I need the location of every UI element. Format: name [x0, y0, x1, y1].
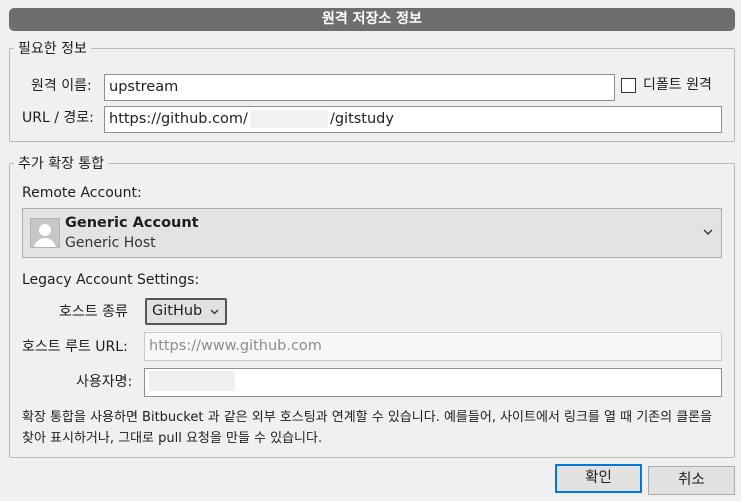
legacy-settings-label: Legacy Account Settings: [22, 272, 200, 288]
remote-name-value: upstream [109, 79, 179, 95]
host-type-select[interactable]: GitHub [145, 298, 227, 325]
redacted-region [149, 371, 235, 391]
chevron-down-icon [703, 229, 713, 235]
url-label: URL / 경로: [22, 110, 94, 126]
integration-description: 확장 통합을 사용하면 Bitbucket 과 같은 외부 호스팅과 연계할 수… [22, 410, 713, 446]
chevron-down-icon [210, 309, 219, 315]
remote-name-label: 원격 이름: [31, 78, 92, 94]
default-remote-checkbox[interactable] [621, 78, 636, 93]
remote-account-dropdown[interactable]: Generic Account Generic Host [22, 208, 722, 258]
host-root-url-input: https://www.github.com [144, 332, 722, 361]
url-prefix: https://github.com/ [109, 111, 248, 127]
username-input[interactable] [144, 368, 722, 397]
remote-account-label: Remote Account: [22, 185, 142, 201]
user-avatar-icon [30, 218, 60, 248]
username-label: 사용자명: [76, 374, 133, 390]
dialog-title: 원격 저장소 정보 [9, 8, 735, 31]
required-info-legend: 필요한 정보 [18, 41, 87, 57]
account-name: Generic Account [65, 215, 199, 231]
ok-button[interactable]: 확인 [555, 464, 642, 493]
url-suffix: /gitstudy [329, 111, 394, 127]
host-root-url-label: 호스트 루트 URL: [22, 339, 128, 355]
host-type-label: 호스트 종류 [59, 304, 128, 320]
cancel-button[interactable]: 취소 [648, 466, 735, 495]
extended-integration-legend: 추가 확장 통합 [18, 156, 105, 172]
default-remote-label[interactable]: 디폴트 원격 [643, 76, 712, 94]
host-type-value: GitHub [152, 303, 203, 319]
remote-name-input[interactable]: upstream [104, 74, 615, 101]
url-input[interactable]: https://github.com/ /gitstudy [104, 106, 722, 133]
redacted-region [249, 110, 328, 128]
host-root-url-value: https://www.github.com [149, 338, 322, 354]
account-host: Generic Host [65, 235, 156, 251]
